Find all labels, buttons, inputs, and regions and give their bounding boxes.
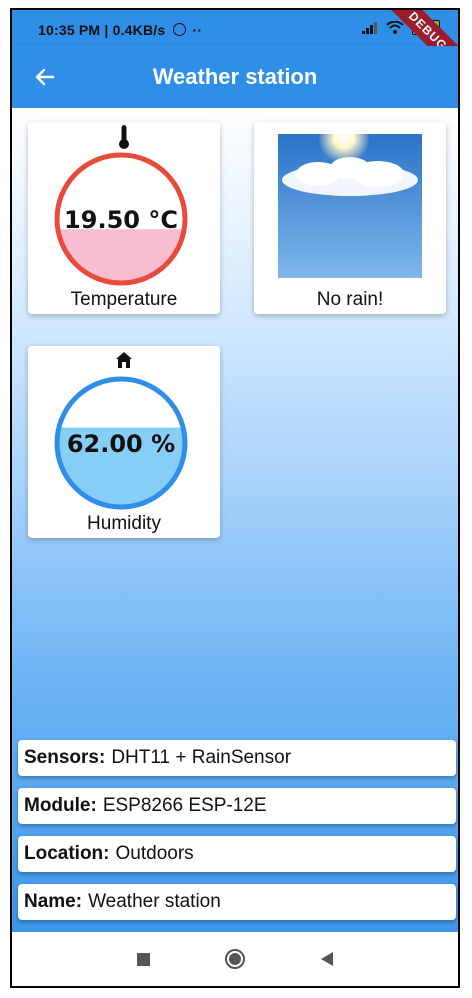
location-key: Location: [24,843,110,864]
app-bar: Weather station [12,46,458,108]
whatsapp-icon [173,23,187,36]
temperature-card[interactable]: 19.50 °C Temperature [28,122,220,314]
home-button[interactable] [223,947,247,971]
status-time-speed: 10:35 PM | 0.4KB/s ·· [38,22,202,38]
rain-card[interactable]: No rain! [254,122,446,314]
temperature-label: Temperature [70,289,178,310]
module-info-row: Module: ESP8266 ESP-12E [18,788,456,824]
back-nav-button[interactable] [315,947,339,971]
rain-status-label: No rain! [316,289,384,310]
module-value: ESP8266 ESP-12E [102,795,267,816]
dots-icon: ·· [192,22,203,38]
humidity-gauge: 62.00 % [54,376,188,510]
humidity-value: 62.00 % [67,430,175,458]
name-value: Weather station [88,891,221,912]
sensors-key: Sensors: [24,747,106,768]
square-recent-icon [136,952,150,966]
recents-button[interactable] [131,947,155,971]
temperature-gauge: 19.50 °C [54,152,188,286]
location-info-row: Location: Outdoors [18,836,456,872]
sensors-value: DHT11 + RainSensor [111,747,292,768]
page-title: Weather station [152,64,318,89]
humidity-label: Humidity [87,513,161,534]
name-info-row: Name: Weather station [18,884,456,920]
module-key: Module: [24,795,97,816]
circle-home-icon [225,949,245,969]
thermometer-icon [119,125,129,149]
system-nav-bar [12,932,458,986]
signal-icon [362,21,377,34]
status-bar: 10:35 PM | 0.4KB/s ·· 20 DEBUG [12,10,458,89]
main-content: 19.50 °C Temperature No rain! 62.00 % Hu… [12,108,458,934]
phone-frame: 10:35 PM | 0.4KB/s ·· 20 DEBUG [10,8,460,988]
name-key: Name: [24,891,83,912]
temperature-value: 19.50 °C [64,206,178,234]
status-time: 10:35 PM | 0.4KB/s [38,22,166,38]
location-value: Outdoors [115,843,194,864]
sky-image [278,134,422,278]
home-icon [116,352,132,368]
humidity-card[interactable]: 62.00 % Humidity [28,346,220,538]
triangle-back-icon [321,952,333,966]
sensors-info-row: Sensors: DHT11 + RainSensor [18,740,456,776]
wifi-icon [386,21,404,34]
